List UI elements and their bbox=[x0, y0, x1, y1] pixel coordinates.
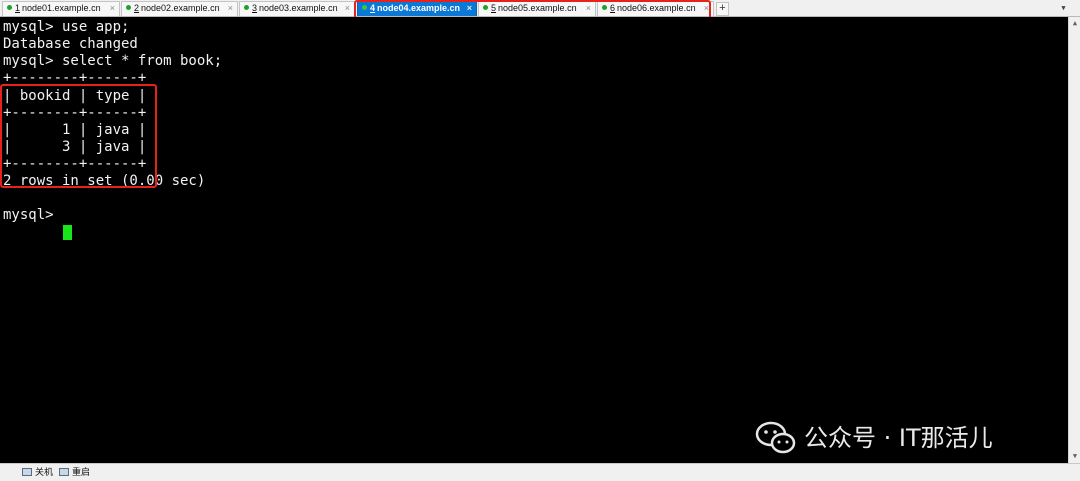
session-status-dot bbox=[126, 5, 131, 10]
session-status-dot bbox=[7, 5, 12, 10]
restart-label: 重启 bbox=[72, 467, 91, 477]
tab-label: node01.example.cn bbox=[22, 3, 101, 13]
terminal-cursor bbox=[63, 225, 72, 240]
close-tab-icon[interactable]: × bbox=[110, 2, 115, 15]
restart-button[interactable]: 重启 bbox=[59, 464, 90, 480]
mysql-prompt: mysql> bbox=[3, 207, 63, 223]
tab-node02[interactable]: 2 node02.example.cn × bbox=[121, 1, 238, 16]
tab-label: node03.example.cn bbox=[259, 3, 338, 13]
tab-menu-chevron-icon[interactable]: ▼ bbox=[1059, 2, 1068, 14]
restart-icon bbox=[59, 468, 69, 476]
tab-number: 2 bbox=[134, 3, 140, 13]
power-icon bbox=[22, 468, 32, 476]
shutdown-button[interactable]: 关机 bbox=[22, 464, 53, 480]
session-status-dot bbox=[244, 5, 249, 10]
close-tab-icon[interactable]: × bbox=[345, 2, 350, 15]
terminal-line: mysql> select * from book; bbox=[3, 53, 223, 69]
vertical-scrollbar[interactable]: ▲ ▼ bbox=[1068, 17, 1080, 463]
watermark-text: 公众号 · IT那活儿 bbox=[804, 424, 993, 452]
scroll-up-arrow-icon[interactable]: ▲ bbox=[1070, 18, 1080, 29]
tab-node03[interactable]: 3 node03.example.cn × bbox=[239, 1, 355, 16]
bottom-bar: 关机 重启 bbox=[0, 463, 1080, 481]
result-table-highlight-box bbox=[0, 84, 157, 188]
terminal-output[interactable]: mysql> use app; Database changed mysql> … bbox=[0, 17, 1068, 463]
tab-node01[interactable]: 1 node01.example.cn × bbox=[2, 1, 120, 16]
add-tab-button[interactable]: + bbox=[716, 2, 729, 16]
terminal-line: Database changed bbox=[3, 36, 138, 52]
tab-number: 3 bbox=[252, 3, 258, 13]
close-tab-icon[interactable]: × bbox=[228, 2, 233, 15]
shutdown-label: 关机 bbox=[35, 467, 54, 477]
tab-number: 1 bbox=[15, 3, 21, 13]
wechat-logo-icon bbox=[755, 421, 796, 454]
tab-label: node02.example.cn bbox=[141, 3, 220, 13]
scroll-down-arrow-icon[interactable]: ▼ bbox=[1070, 451, 1080, 462]
terminal-line: mysql> use app; bbox=[3, 19, 130, 35]
